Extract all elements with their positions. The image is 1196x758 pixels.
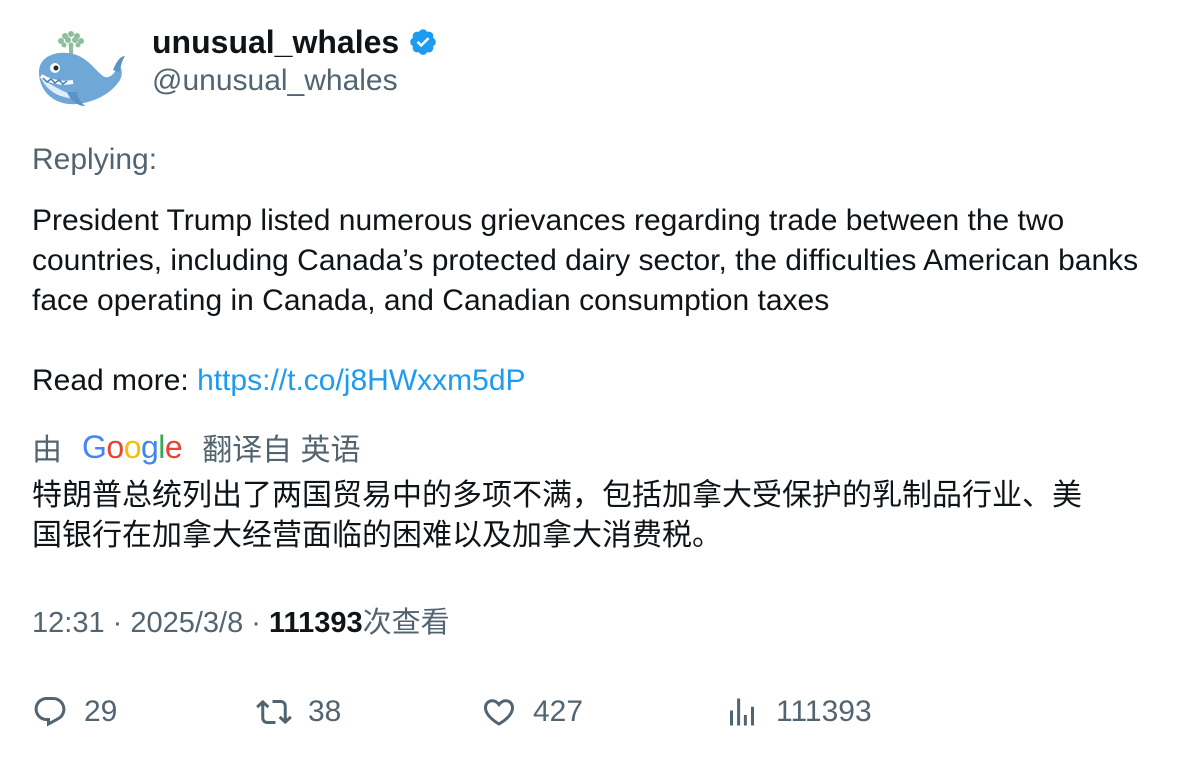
views-label: 次查看 [362, 607, 450, 639]
read-more-line: Read more: https://t.co/j8HWxxm5dP [32, 361, 526, 401]
whale-avatar-icon [39, 31, 125, 106]
like-count: 427 [533, 695, 584, 728]
retweet-count: 38 [308, 695, 342, 728]
display-name-text: unusual_whales [152, 24, 400, 60]
analytics-icon [730, 698, 754, 726]
reply-button[interactable]: 29 [32, 691, 117, 733]
translated-text: 特朗普总统列出了两国贸易中的多项不满，包括加拿大受保护的乳制品行业、美 国银行在… [32, 476, 1182, 556]
retweet-icon [256, 699, 292, 725]
read-more-label: Read more: [32, 364, 198, 397]
views-count: 111393 [269, 607, 363, 639]
display-name[interactable]: unusual_whales [152, 23, 438, 61]
verified-badge-icon[interactable] [408, 27, 438, 57]
author-handle[interactable]: @unusual_whales [152, 63, 398, 99]
views-button[interactable]: 111393 [724, 691, 872, 733]
meta-separator: · [243, 607, 270, 639]
tweet-date[interactable]: 2025/3/8 [130, 607, 243, 639]
replying-label: Replying: [32, 143, 158, 176]
translation-suffix: 翻译自 英语 [202, 434, 361, 467]
views-action-count: 111393 [776, 695, 872, 728]
translation-attribution: 由 Google 翻译自 英语 [32, 426, 361, 468]
meta-separator: · [104, 607, 131, 639]
reply-icon [34, 697, 66, 727]
like-button[interactable]: 427 [481, 691, 583, 733]
tweet-meta: 12:31 · 2025/3/8 · 111393次查看 [32, 605, 450, 641]
google-logo[interactable]: Google [82, 429, 183, 466]
avatar[interactable] [33, 26, 125, 112]
tweet-link[interactable]: https://t.co/j8HWxxm5dP [197, 364, 525, 397]
reply-count: 29 [84, 695, 118, 728]
tweet-text: President Trump listed numerous grievanc… [32, 204, 1139, 317]
translation-prefix: 由 [32, 434, 62, 467]
translated-text-line: 特朗普总统列出了两国贸易中的多项不满，包括加拿大受保护的乳制品行业、美 [32, 479, 1082, 512]
translated-text-line: 国银行在加拿大经营面临的困难以及加拿大消费税。 [32, 519, 722, 552]
tweet-time[interactable]: 12:31 [32, 607, 105, 639]
heart-icon [483, 699, 515, 726]
retweet-button[interactable]: 38 [256, 691, 341, 733]
